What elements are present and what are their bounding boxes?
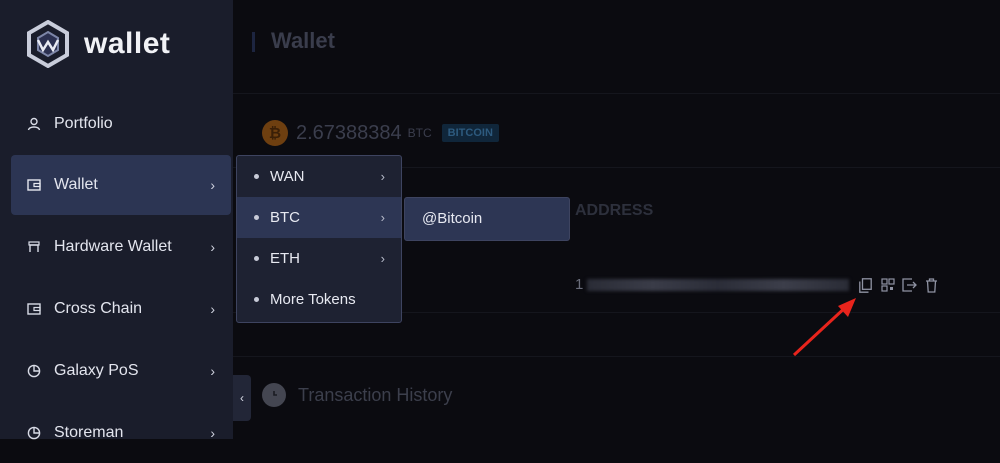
sidebar-item-label: Wallet — [54, 176, 98, 193]
sidebar-item-label: Galaxy PoS — [54, 362, 139, 379]
divider — [233, 356, 1000, 357]
app-logo[interactable]: wallet — [26, 20, 170, 68]
sidebar-item-hardware-wallet[interactable]: Hardware Wallet › — [11, 217, 231, 277]
submenu-item-bitcoin-wallet[interactable]: @Bitcoin — [405, 198, 569, 239]
sidebar-item-label: Storeman — [54, 424, 124, 441]
submenu-item-label: ETH — [270, 250, 300, 267]
submenu-item-btc[interactable]: BTC › — [237, 197, 401, 238]
wanchain-hex-logo-icon — [27, 20, 69, 68]
bullet-icon — [254, 297, 259, 302]
balance-amount: 2.67388384 — [296, 121, 402, 144]
hardware-icon — [26, 239, 42, 255]
logo-text: wallet — [84, 27, 171, 60]
submenu-item-label: @Bitcoin — [422, 210, 483, 227]
submenu-item-wan[interactable]: WAN › — [237, 156, 401, 197]
delete-icon[interactable] — [924, 277, 939, 293]
sidebar-item-wallet[interactable]: Wallet › — [11, 155, 231, 215]
sidebar-item-galaxy-pos[interactable]: Galaxy PoS › — [11, 341, 231, 401]
transaction-history-header: Transaction History — [262, 383, 452, 407]
sidebar-item-label: Hardware Wallet — [54, 238, 172, 255]
address-row: 1 — [575, 276, 850, 293]
chevron-right-icon: › — [210, 239, 215, 255]
bullet-icon — [254, 256, 259, 261]
bullet-icon — [254, 174, 259, 179]
chain-badge: BITCOIN — [441, 124, 499, 142]
sidebar-collapse-button[interactable]: ‹ — [233, 375, 251, 421]
annotation-arrow — [792, 298, 856, 357]
chevron-right-icon: › — [380, 169, 385, 184]
sidebar-item-portfolio[interactable]: Portfolio — [11, 94, 231, 154]
cross-chain-icon — [26, 301, 42, 317]
sidebar-item-storeman[interactable]: Storeman › — [11, 403, 231, 463]
sidebar-item-label: Portfolio — [54, 115, 113, 132]
chevron-right-icon: › — [210, 301, 215, 317]
chevron-right-icon: › — [380, 210, 385, 225]
page-title: Wallet — [271, 28, 335, 53]
chevron-right-icon: › — [380, 251, 385, 266]
user-icon — [26, 116, 42, 132]
qr-code-icon[interactable] — [880, 277, 895, 293]
sidebar-item-cross-chain[interactable]: Cross Chain › — [11, 279, 231, 339]
transaction-history-title: Transaction History — [298, 384, 453, 405]
copy-icon[interactable] — [858, 277, 873, 293]
wallet-submenu: WAN › BTC › ETH › More Tokens — [236, 155, 402, 323]
bitcoin-coin-icon: ₿ — [262, 120, 288, 146]
submenu-item-label: BTC — [270, 209, 300, 226]
submenu-item-eth[interactable]: ETH › — [237, 238, 401, 279]
title-accent-bar — [252, 32, 255, 52]
chevron-right-icon: › — [210, 363, 215, 379]
submenu-item-label: WAN — [270, 168, 305, 185]
bullet-icon — [254, 215, 259, 220]
sidebar: wallet Portfolio Wallet › Hardware Walle… — [0, 0, 233, 441]
address-redacted — [587, 278, 850, 291]
balance-summary: ₿ 2.67388384 BTC BITCOIN — [262, 120, 499, 146]
address-text: 1 — [575, 276, 584, 293]
address-column-header: ADDRESS — [575, 202, 654, 219]
chevron-right-icon: › — [210, 177, 215, 193]
divider — [233, 93, 1000, 94]
pie-chart-icon — [26, 363, 42, 379]
wallet-icon — [26, 177, 42, 193]
btc-submenu: @Bitcoin — [404, 197, 570, 241]
balance-unit: BTC — [407, 126, 432, 140]
submenu-item-more-tokens[interactable]: More Tokens — [237, 279, 401, 320]
address-actions — [858, 277, 939, 293]
submenu-item-label: More Tokens — [270, 291, 356, 308]
export-icon[interactable] — [902, 277, 917, 293]
clock-icon — [262, 383, 286, 407]
sidebar-item-label: Cross Chain — [54, 300, 143, 317]
